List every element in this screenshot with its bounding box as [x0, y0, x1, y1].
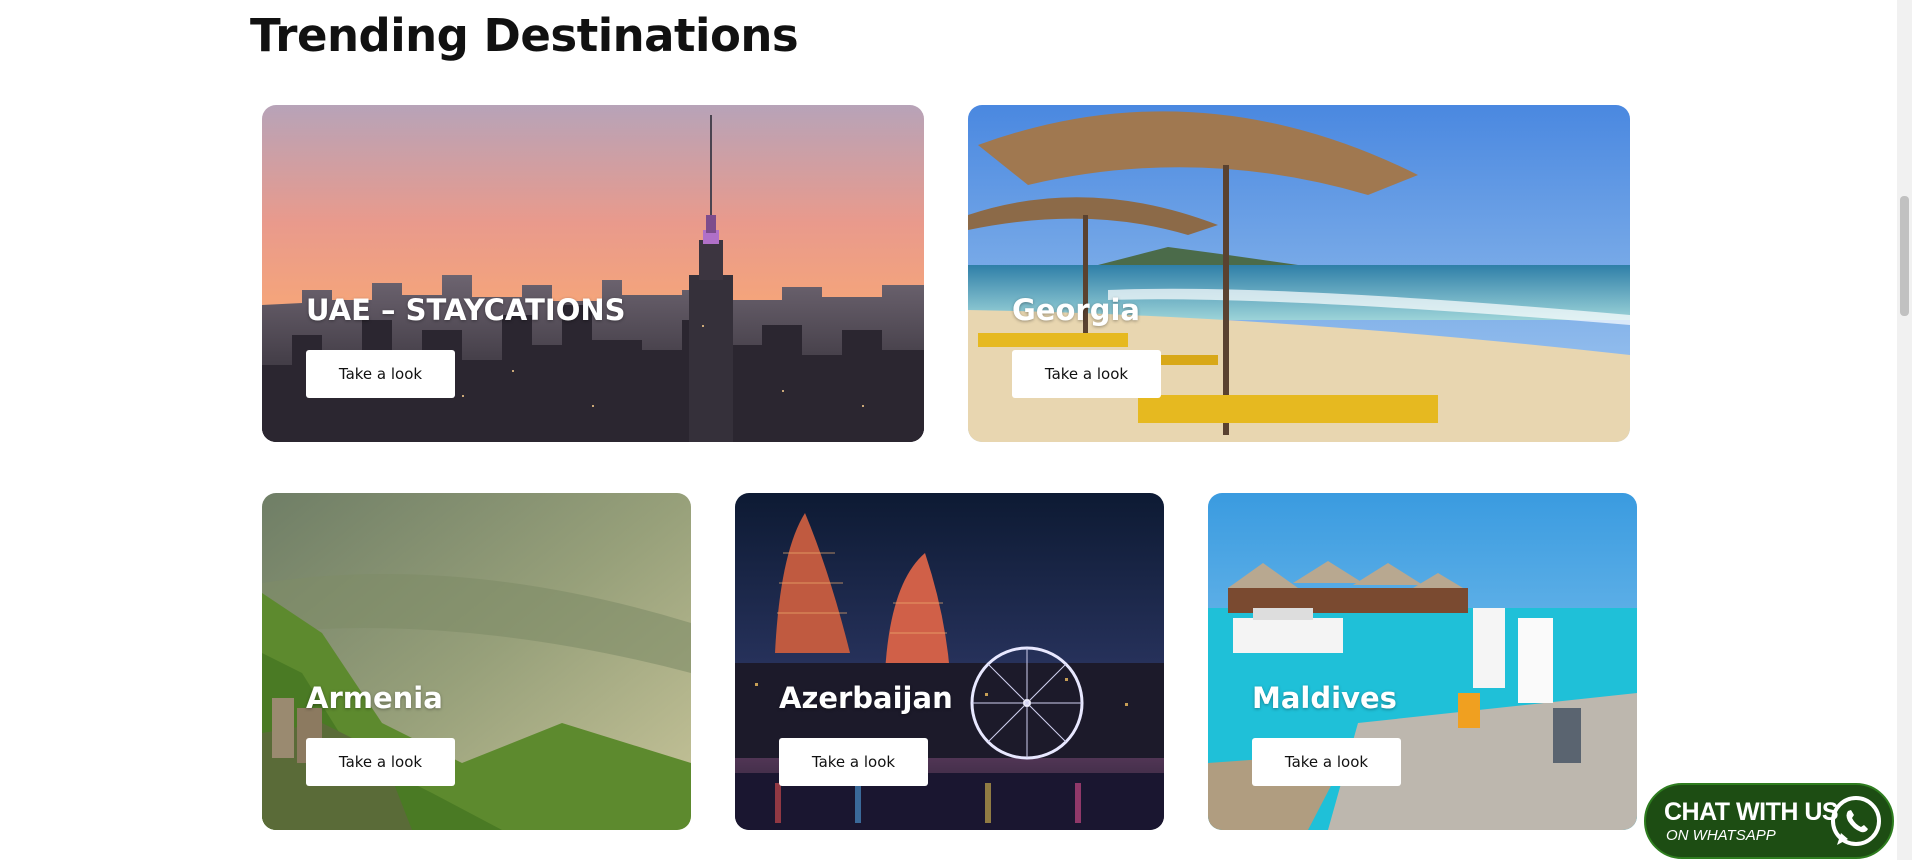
destination-card-armenia[interactable]: Armenia Take a look: [262, 493, 691, 830]
take-a-look-button[interactable]: Take a look: [1012, 350, 1161, 398]
destination-card-maldives[interactable]: Maldives Take a look: [1208, 493, 1637, 830]
scrollbar-thumb[interactable]: [1900, 196, 1909, 316]
page-scrollbar[interactable]: [1897, 0, 1912, 860]
destination-card-uae[interactable]: UAE – STAYCATIONS Take a look: [262, 105, 924, 442]
card-title: Azerbaijan: [779, 681, 953, 715]
whatsapp-icon: [1831, 796, 1881, 846]
take-a-look-button[interactable]: Take a look: [306, 350, 455, 398]
whatsapp-main-text: CHAT WITH US: [1664, 798, 1839, 826]
take-a-look-button[interactable]: Take a look: [1252, 738, 1401, 786]
card-title: UAE – STAYCATIONS: [306, 293, 626, 327]
card-title: Georgia: [1012, 293, 1140, 327]
whatsapp-chat-button[interactable]: CHAT WITH US ON WHATSAPP: [1644, 783, 1894, 859]
section-title: Trending Destinations: [250, 9, 799, 62]
take-a-look-button[interactable]: Take a look: [306, 738, 455, 786]
destination-card-georgia[interactable]: Georgia Take a look: [968, 105, 1630, 442]
destination-card-azerbaijan[interactable]: Azerbaijan Take a look: [735, 493, 1164, 830]
card-title: Armenia: [306, 681, 443, 715]
take-a-look-button[interactable]: Take a look: [779, 738, 928, 786]
card-title: Maldives: [1252, 681, 1397, 715]
whatsapp-sub-text: ON WHATSAPP: [1666, 827, 1776, 844]
